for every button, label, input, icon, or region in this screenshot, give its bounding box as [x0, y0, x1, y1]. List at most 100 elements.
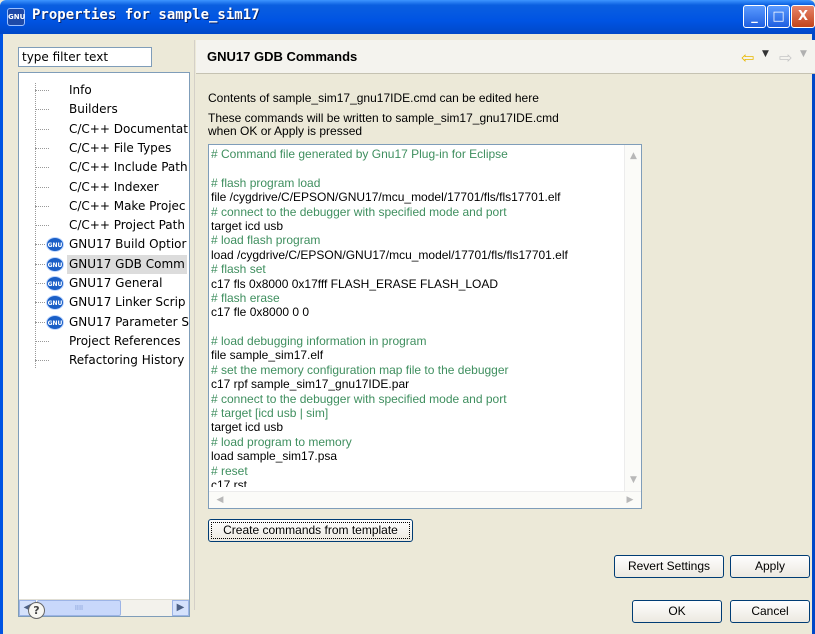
tree-item-label: C/C++ Include Path [69, 160, 188, 175]
tree-item-label: GNU17 Build Optior [69, 237, 187, 252]
gnu-app-icon: GNU [7, 8, 25, 26]
code-comment-line: # connect to the debugger with specified… [211, 391, 507, 406]
scroll-left-arrow-icon[interactable]: ◀ [212, 493, 228, 507]
tree-item-label: Project References [69, 333, 181, 348]
tree-item[interactable]: C/C++ File Types [19, 139, 189, 158]
scroll-right-arrow-icon[interactable]: ▶ [622, 493, 638, 507]
command-text[interactable]: # Command file generated by Gnu17 Plug-i… [211, 147, 623, 487]
tree-item-label: Info [69, 83, 92, 97]
create-commands-from-template-button[interactable]: Create commands from template [208, 519, 413, 542]
tree-item[interactable]: C/C++ Documentat [19, 120, 189, 139]
code-comment-line: # set the memory configuration map file … [211, 362, 509, 377]
properties-dialog: GNU Properties for sample_sim17 _ □ X In… [0, 0, 815, 634]
apply-button[interactable]: Apply [730, 555, 810, 578]
tree-connector [35, 167, 49, 169]
tree-item[interactable]: GNU GNU17 GDB Comm [19, 254, 189, 274]
tree-item[interactable]: Builders [19, 100, 189, 119]
tree-item-label: GNU17 General [69, 276, 163, 290]
cancel-button[interactable]: Cancel [730, 600, 810, 623]
close-button[interactable]: X [791, 5, 815, 28]
tree-item[interactable]: C/C++ Project Path [19, 216, 189, 235]
code-comment-line: # flash set [211, 262, 266, 277]
code-line: c17 rpf sample_sim17_gnu17IDE.par [211, 377, 410, 392]
tree-item-label: GNU17 Linker Scrip [69, 295, 186, 310]
tree-item-label: GNU17 Parameter S [69, 314, 190, 329]
description-write: These commands will be written to sample… [208, 111, 559, 125]
tree-item[interactable]: Info [19, 81, 189, 100]
tree-connector [35, 205, 49, 207]
tree-item-label: C/C++ Project Path [69, 218, 185, 233]
code-line: load sample_sim17.psa [211, 449, 338, 464]
tree-connector [35, 360, 49, 362]
tree-item-label: C/C++ File Types [69, 140, 172, 155]
scroll-down-arrow-icon[interactable]: ▼ [626, 472, 641, 488]
code-line: target icd usb [211, 420, 284, 435]
title-bar[interactable]: GNU Properties for sample_sim17 _ □ X [0, 0, 815, 34]
tree-item[interactable]: C/C++ Include Path [19, 158, 189, 177]
back-dropdown-icon[interactable]: ▼ [762, 49, 769, 59]
code-line: c17 fle 0x8000 0 0 [211, 305, 310, 320]
tree-item[interactable]: Project References [19, 332, 189, 351]
code-line: c17 rst [211, 477, 248, 487]
forward-dropdown-icon[interactable]: ▼ [800, 49, 807, 59]
code-line: file sample_sim17.elf [211, 348, 324, 363]
help-icon[interactable]: ? [28, 602, 45, 619]
editor-horizontal-scrollbar[interactable]: ◀ ▶ [209, 491, 641, 508]
page-header: GNU17 GDB Commands ⇦ ▼ ⇨ ▼ [196, 40, 815, 74]
tree-connector [35, 147, 49, 149]
code-comment-line: # connect to the debugger with specified… [211, 204, 507, 219]
code-comment-line: # Command file generated by Gnu17 Plug-i… [211, 147, 508, 161]
tree-item-label: C/C++ Indexer [69, 179, 159, 194]
code-comment-line: # flash program load [211, 175, 321, 190]
scroll-right-arrow-icon[interactable]: ▶ [172, 600, 189, 616]
description-edit: Contents of sample_sim17_gnu17IDE.cmd ca… [208, 91, 539, 105]
tree-item[interactable]: C/C++ Indexer [19, 178, 189, 197]
ok-button[interactable]: OK [632, 600, 722, 623]
gnu-icon: GNU [46, 314, 64, 330]
pane-sash[interactable] [194, 40, 195, 610]
window-title: Properties for sample_sim17 [32, 7, 260, 23]
code-line: c17 fls 0x8000 0x17fff FLASH_ERASE FLASH… [211, 276, 499, 291]
gnu-icon: GNU [46, 295, 64, 311]
tree-item[interactable]: GNU GNU17 Build Optior [19, 235, 189, 254]
gnu-icon: GNU [46, 256, 64, 272]
gnu-icon: GNU [46, 237, 64, 253]
tree-item-label: Builders [69, 102, 118, 117]
tree-connector [35, 186, 49, 188]
code-line: load /cygdrive/C/EPSON/GNU17/mcu_model/1… [211, 247, 568, 262]
tree-connector [35, 90, 49, 91]
code-comment-line: # target [icd usb | sim] [211, 406, 329, 421]
revert-settings-button[interactable]: Revert Settings [614, 555, 724, 578]
window-border-left [0, 34, 3, 634]
tree-item-label: C/C++ Documentat [69, 121, 188, 136]
minimize-button[interactable]: _ [743, 5, 766, 28]
back-arrow-icon[interactable]: ⇦ [741, 48, 754, 67]
tree-item[interactable]: GNU GNU17 General [19, 274, 189, 293]
code-line: file /cygdrive/C/EPSON/GNU17/mcu_model/1… [211, 190, 561, 205]
scroll-thumb[interactable]: IIII [37, 600, 121, 616]
tree-connector [35, 109, 49, 111]
tree-connector [35, 225, 49, 227]
tree-item[interactable]: C/C++ Make Projec [19, 197, 189, 216]
property-page-tree[interactable]: Info Builders C/C++ Documentat C/C++ File T… [18, 72, 190, 617]
tree-item-label: C/C++ Make Projec [69, 198, 186, 213]
maximize-button[interactable]: □ [767, 5, 790, 28]
code-comment-line: # flash erase [211, 290, 280, 305]
code-comment-line: # load program to memory [211, 434, 352, 449]
filter-input[interactable] [18, 47, 152, 67]
tree-item[interactable]: Refactoring History [19, 351, 189, 370]
tree-item-label: GNU17 GDB Comm [67, 254, 187, 274]
code-comment-line: # load debugging information in program [211, 334, 427, 349]
code-line: target icd usb [211, 218, 284, 233]
scroll-up-arrow-icon[interactable]: ▲ [626, 148, 641, 164]
tree-connector [35, 128, 49, 130]
editor-vertical-scrollbar[interactable]: ▲ ▼ [624, 145, 641, 491]
gnu-icon: GNU [46, 276, 64, 291]
tree-item[interactable]: GNU GNU17 Linker Scrip [19, 293, 189, 312]
tree-item[interactable]: GNU GNU17 Parameter S [19, 313, 190, 332]
forward-arrow-icon[interactable]: ⇨ [779, 48, 792, 67]
gdb-commands-editor[interactable]: # Command file generated by Gnu17 Plug-i… [208, 144, 642, 509]
code-comment-line: # reset [211, 463, 248, 478]
